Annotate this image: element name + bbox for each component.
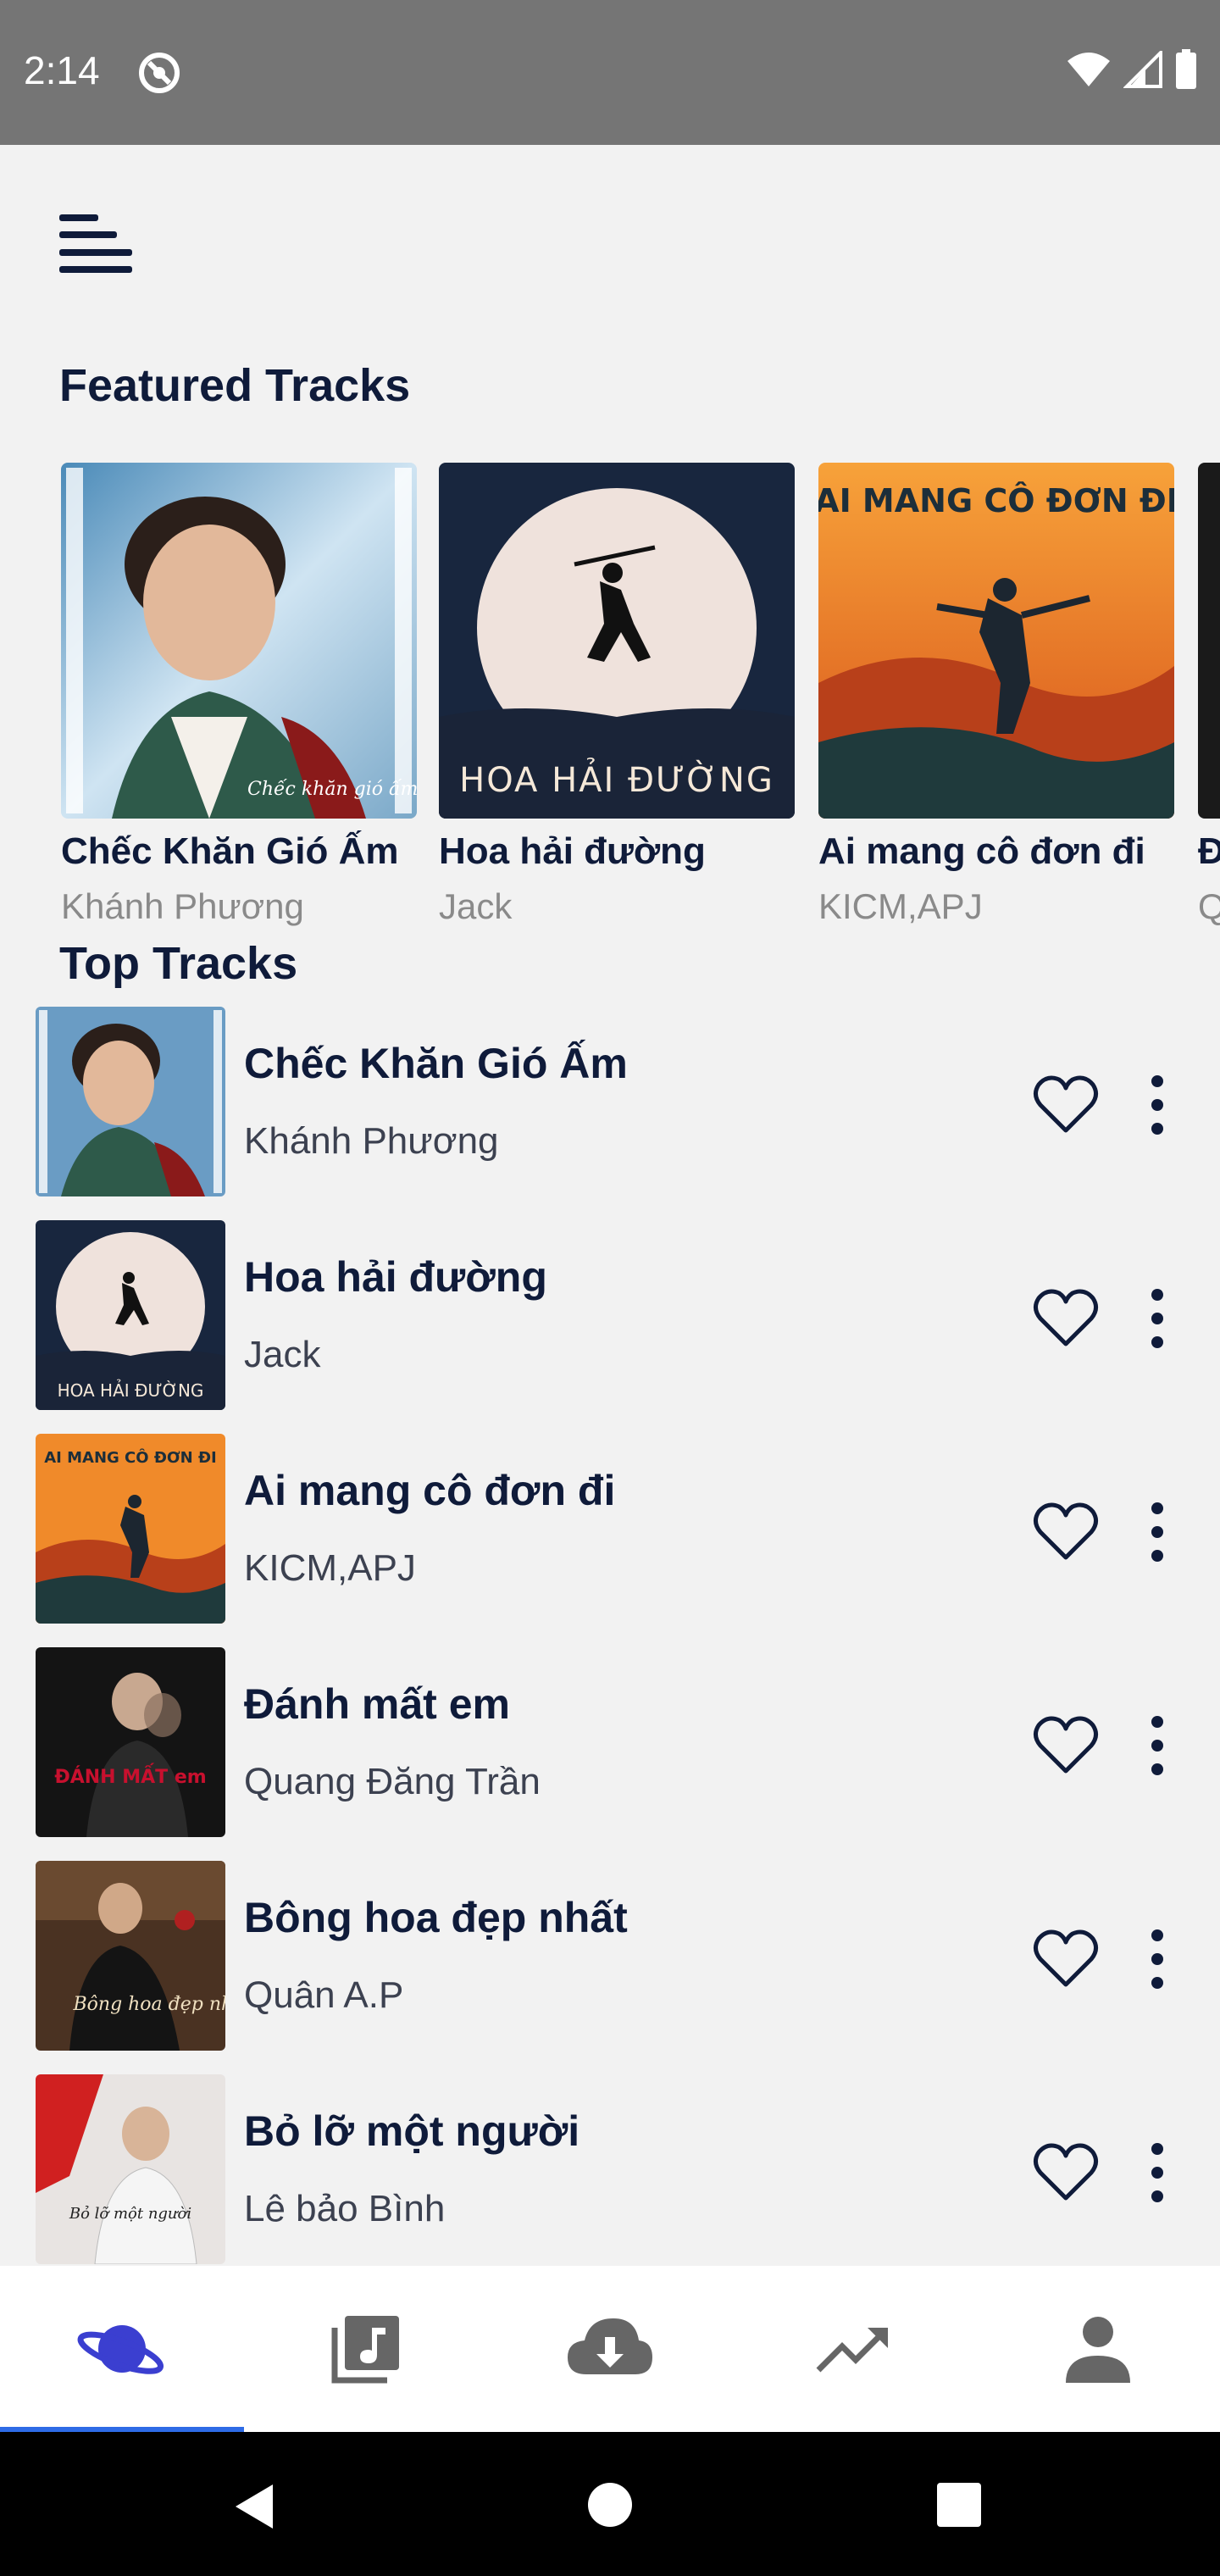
status-time: 2:14 <box>24 48 100 92</box>
featured-card[interactable]: HOA HẢI ĐƯỜNG Hoa hải đường Jack <box>439 463 795 927</box>
featured-cover: AI MANG CÔ ĐƠN ĐI <box>818 463 1174 819</box>
more-options-icon[interactable] <box>1130 1069 1184 1141</box>
recents-icon[interactable] <box>937 2483 981 2527</box>
track-artist: Quang Đăng Trần <box>244 1761 541 1802</box>
heart-icon[interactable] <box>1030 1924 1101 1995</box>
menu-icon[interactable] <box>58 212 134 288</box>
track-title: Đánh mất em <box>244 1680 510 1728</box>
track-cover <box>36 1007 225 1196</box>
music-library-icon <box>331 2316 399 2384</box>
bottom-navigation <box>0 2266 1220 2432</box>
featured-track-artist: Khánh Phương <box>61 886 304 926</box>
featured-card[interactable]: Đ Q <box>1198 463 1220 927</box>
heart-icon[interactable] <box>1030 1710 1101 1781</box>
track-artist: Khánh Phương <box>244 1120 499 1162</box>
featured-cover: HOA HẢI ĐƯỜNG <box>439 463 795 819</box>
track-title: Hoa hải đường <box>244 1253 547 1301</box>
more-options-icon[interactable] <box>1130 2137 1184 2208</box>
cover-text: AI MANG CÔ ĐƠN ĐI <box>44 1448 217 1467</box>
heart-icon[interactable] <box>1030 1069 1101 1141</box>
cover-text: HOA HẢI ĐƯỜNG <box>58 1380 204 1401</box>
cover-text: Chếc khăn gió ấm <box>247 778 417 800</box>
nav-tab-discover[interactable] <box>0 2266 244 2432</box>
track-cover: Bông hoa đẹp nhất <box>36 1861 225 2051</box>
track-artist: KICM,APJ <box>244 1547 416 1589</box>
back-icon[interactable] <box>230 2481 278 2532</box>
more-options-icon[interactable] <box>1130 1496 1184 1568</box>
heart-icon[interactable] <box>1030 2137 1101 2208</box>
track-title: Ai mang cô đơn đi <box>244 1467 616 1514</box>
featured-track-artist: Q <box>1198 886 1220 926</box>
featured-card[interactable]: Chếc khăn gió ấm Chếc Khăn Gió Ấm Khánh … <box>61 463 417 927</box>
cover-text: Bỏ lỡ một người <box>69 2205 191 2223</box>
battery-icon <box>1176 49 1196 89</box>
nav-tab-profile[interactable] <box>976 2266 1220 2432</box>
home-icon[interactable] <box>586 2481 634 2529</box>
track-cover: HOA HẢI ĐƯỜNG <box>36 1220 225 1410</box>
track-artist: Quân A.P <box>244 1974 404 2016</box>
cover-text: AI MANG CÔ ĐƠN ĐI <box>818 482 1174 519</box>
cloud-download-icon <box>568 2318 652 2374</box>
track-artist: Jack <box>244 1334 321 1375</box>
heart-icon[interactable] <box>1030 1496 1101 1568</box>
track-row[interactable]: ĐÁNH MẤT em Đánh mất em Quang Đăng Trần <box>0 1646 1220 1859</box>
track-row[interactable]: Bông hoa đẹp nhất Bông hoa đẹp nhất Quân… <box>0 1859 1220 2073</box>
featured-track-title: Đ <box>1198 830 1220 872</box>
status-icons <box>1066 49 1198 90</box>
track-title: Bông hoa đẹp nhất <box>244 1894 628 1941</box>
planet-icon <box>77 2325 164 2374</box>
featured-cover <box>1198 463 1220 819</box>
nav-tab-library[interactable] <box>244 2266 488 2432</box>
track-cover: Bỏ lỡ một người <box>36 2074 225 2264</box>
featured-cover: Chếc khăn gió ấm <box>61 463 417 819</box>
more-options-icon[interactable] <box>1130 1283 1184 1354</box>
track-row[interactable]: Bỏ lỡ một người Bỏ lỡ một người Lê bảo B… <box>0 2073 1220 2266</box>
featured-carousel[interactable]: Chếc khăn gió ấm Chếc Khăn Gió Ấm Khánh … <box>0 463 1220 937</box>
nav-tab-trending[interactable] <box>732 2266 976 2432</box>
track-title: Chếc Khăn Gió Ấm <box>244 1040 628 1087</box>
more-options-icon[interactable] <box>1130 1924 1184 1995</box>
track-row[interactable]: Chếc Khăn Gió Ấm Khánh Phương <box>0 1005 1220 1219</box>
featured-track-title: Ai mang cô đơn đi <box>818 830 1145 872</box>
featured-track-artist: Jack <box>439 886 513 926</box>
wifi-icon <box>1068 53 1110 86</box>
person-icon <box>1066 2317 1130 2383</box>
heart-icon[interactable] <box>1030 1283 1101 1354</box>
notification-app-icon <box>139 53 180 93</box>
track-cover: ĐÁNH MẤT em <box>36 1647 225 1837</box>
cover-text: HOA HẢI ĐƯỜNG <box>459 757 774 800</box>
cover-text: Bông hoa đẹp nhất <box>72 1993 225 2015</box>
featured-card[interactable]: AI MANG CÔ ĐƠN ĐI Ai mang cô đơn đi KICM… <box>818 463 1174 927</box>
track-artist: Lê bảo Bình <box>244 2188 446 2229</box>
more-options-icon[interactable] <box>1130 1710 1184 1781</box>
top-tracks-title: Top Tracks <box>59 938 298 989</box>
system-navigation-bar <box>0 2432 1220 2576</box>
status-bar: 2:14 <box>0 0 1220 145</box>
signal-icon <box>1123 51 1162 88</box>
trending-icon <box>816 2328 888 2373</box>
featured-track-title: Hoa hải đường <box>439 830 706 872</box>
track-row[interactable]: AI MANG CÔ ĐƠN ĐI Ai mang cô đơn đi KICM… <box>0 1432 1220 1646</box>
cover-text: ĐÁNH MẤT em <box>54 1763 206 1788</box>
featured-track-title: Chếc Khăn Gió Ấm <box>61 830 399 872</box>
track-title: Bỏ lỡ một người <box>244 2107 580 2155</box>
nav-tab-downloads[interactable] <box>488 2266 732 2432</box>
track-row[interactable]: HOA HẢI ĐƯỜNG Hoa hải đường Jack <box>0 1219 1220 1432</box>
track-cover: AI MANG CÔ ĐƠN ĐI <box>36 1434 225 1624</box>
featured-track-artist: KICM,APJ <box>818 886 983 926</box>
top-tracks-list[interactable]: Chếc Khăn Gió Ấm Khánh Phương HOA HẢI ĐƯ… <box>0 1005 1220 2266</box>
featured-tracks-title: Featured Tracks <box>59 360 411 411</box>
